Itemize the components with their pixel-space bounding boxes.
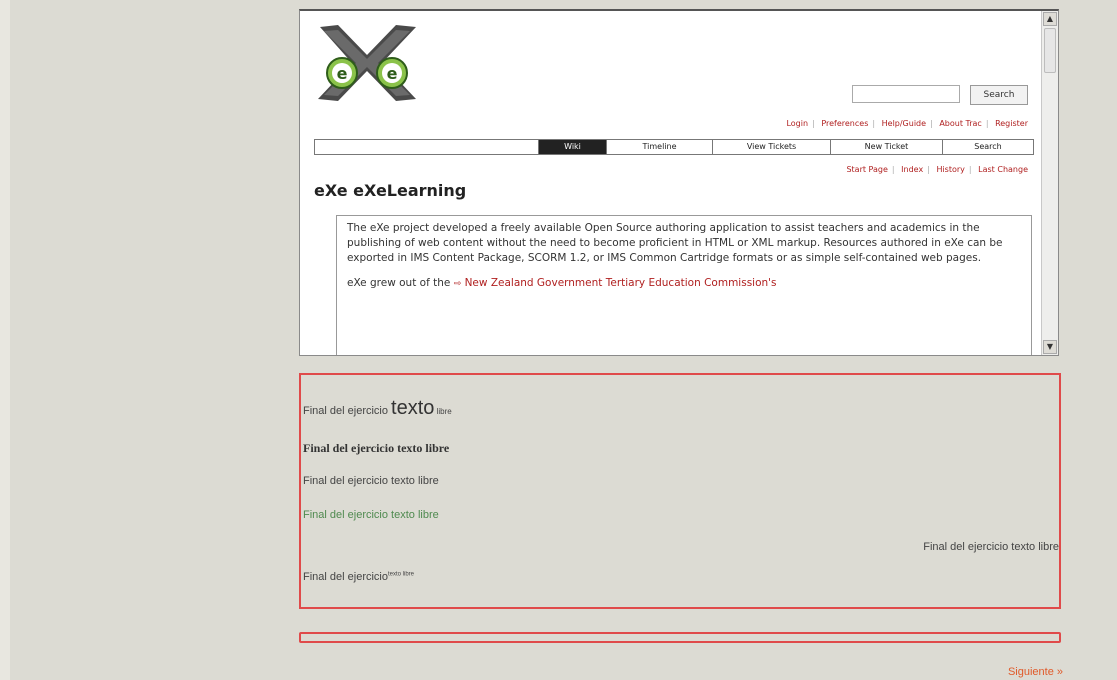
main-navigation: Wiki Timeline View Tickets New Ticket Se…	[314, 139, 1034, 155]
exercise-text: Final del ejercicio	[303, 571, 388, 583]
scroll-thumb[interactable]	[1044, 28, 1056, 73]
preferences-link[interactable]: Preferences	[821, 119, 868, 128]
exercise-text-large: texto	[391, 397, 435, 419]
help-guide-link[interactable]: Help/Guide	[882, 119, 926, 128]
svg-text:e: e	[387, 64, 398, 83]
wiki-paragraph: The eXe project developed a freely avail…	[347, 222, 1003, 264]
paragraph-prefix: eXe grew out of the	[347, 277, 454, 289]
tec-link[interactable]: New Zealand Government Tertiary Educatio…	[465, 277, 777, 289]
exercise-text-superscript: texto libre	[387, 571, 414, 578]
last-change-link[interactable]: Last Change	[978, 165, 1028, 174]
start-page-link[interactable]: Start Page	[846, 165, 887, 174]
tab-view-tickets[interactable]: View Tickets	[712, 140, 830, 154]
exercise-line-superscript: Final del ejerciciotexto libre	[303, 571, 414, 583]
page-title: eXe eXeLearning	[314, 181, 467, 200]
scroll-down-icon[interactable]: ▼	[1043, 340, 1057, 354]
exercise-line-green: Final del ejercicio texto libre	[303, 509, 439, 521]
login-link[interactable]: Login	[786, 119, 808, 128]
register-link[interactable]: Register	[995, 119, 1028, 128]
exercise-text-small: libre	[434, 407, 452, 416]
exe-logo-icon: e e	[318, 25, 416, 101]
meta-navigation: Login | Preferences | Help/Guide | About Tr…	[786, 119, 1028, 128]
tab-wiki[interactable]: Wiki	[538, 140, 606, 154]
next-page-link[interactable]: Siguiente »	[1008, 666, 1063, 678]
wiki-paragraph: eXe grew out of the ⇨ New Zealand Govern…	[347, 276, 1021, 292]
exercise-line-right-aligned: Final del ejercicio texto libre	[923, 541, 1059, 553]
exercise-line-mixed-size: Final del ejercicio texto libre	[303, 397, 452, 420]
exercise-text: Final del ejercicio	[303, 405, 392, 417]
left-margin-band	[0, 0, 10, 680]
tab-new-ticket[interactable]: New Ticket	[830, 140, 942, 154]
wiki-content: The eXe project developed a freely avail…	[336, 215, 1032, 355]
index-link[interactable]: Index	[901, 165, 923, 174]
svg-text:e: e	[337, 64, 348, 83]
about-trac-link[interactable]: About Trac	[939, 119, 982, 128]
exercise-line-bold: Final del ejercicio texto libre	[303, 441, 450, 455]
scroll-up-icon[interactable]: ▲	[1043, 12, 1057, 26]
history-link[interactable]: History	[936, 165, 964, 174]
search-button[interactable]: Search	[970, 85, 1028, 105]
tab-search[interactable]: Search	[942, 140, 1033, 154]
exercise-box-empty	[299, 632, 1061, 643]
context-navigation: Start Page | Index | History | Last Change	[846, 165, 1028, 174]
tab-timeline[interactable]: Timeline	[606, 140, 712, 154]
exercise-box: Final del ejercicio texto libre Final de…	[299, 373, 1061, 609]
search-input[interactable]	[852, 85, 960, 103]
external-link-icon: ⇨	[453, 279, 462, 289]
vertical-scrollbar[interactable]: ▲ ▼	[1041, 11, 1058, 355]
exercise-line-plain: Final del ejercicio texto libre	[303, 475, 439, 487]
embedded-frame[interactable]: e e Search Login | Preferences | Help/Guid…	[299, 9, 1059, 356]
